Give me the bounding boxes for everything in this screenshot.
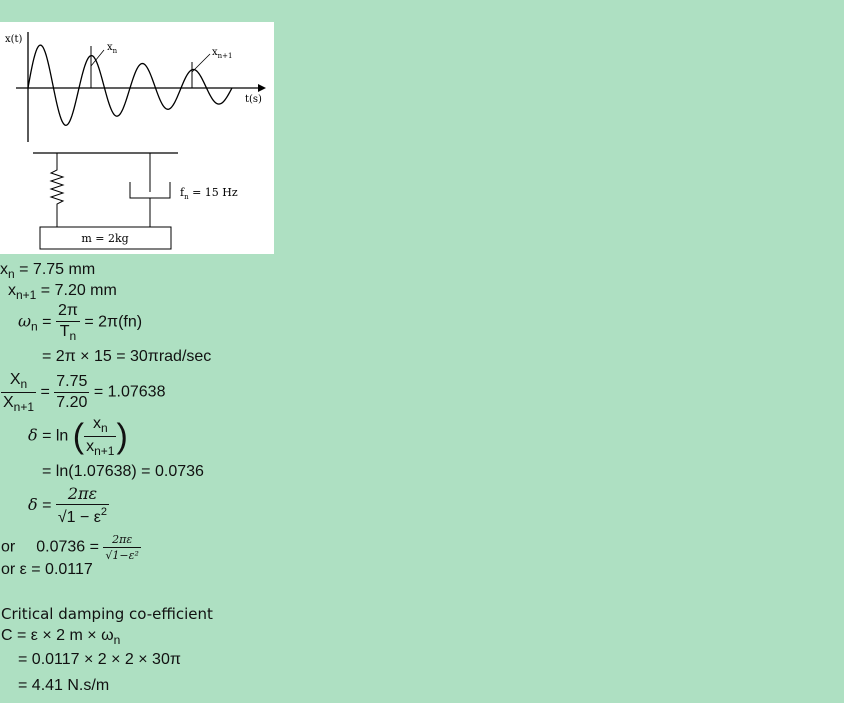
vibration-figure: x(t) t(s) xn xn+1 fn = 15 Hz m = 2kg [0,22,274,254]
xn1-value-line: xn+1 = 7.20 mm [8,282,117,302]
critical-damping-formula: C = ε × 2 m × ωn [1,627,121,647]
small-fraction: 2πε √1−ε² [103,533,141,562]
section-heading: Critical damping co-efficient [1,605,213,623]
amplitude-ratio-fraction: Xn Xn+1 [1,371,37,414]
log-decrement-fraction: xn xn+1 [84,415,117,458]
damping-formula-fraction: 2πε √1 − ε2 [55,484,110,526]
log-decrement-value: = ln(1.07638) = 0.0736 [42,463,204,480]
xn-value-line: xn = 7.75 mm [0,261,96,281]
x-axis-label: t(s) [245,94,262,105]
omega-n-value-line: = 2π × 15 = 30πrad/sec [42,348,212,365]
mass-label: m = 2kg [81,232,128,245]
peak-n1-leader [191,53,211,73]
damping-ratio-result: or ε = 0.0117 [1,561,93,578]
peak-n-label: xn [107,42,118,55]
y-axis-label: x(t) [5,34,23,45]
x-axis-arrow [258,84,266,92]
natural-frequency-label: fn = 15 Hz [180,186,238,201]
left-paren: ( [72,417,85,456]
critical-damping-substitution: = 0.0117 × 2 × 2 × 30π [18,651,181,668]
omega-fraction: 2π Tn [55,302,80,343]
damped-wave [27,44,233,126]
numeric-ratio-fraction: 7.75 7.20 [54,373,90,411]
substitution-line: or 0.0736 = 2πε √1−ε² [1,533,141,562]
right-paren: ) [116,417,128,456]
spring [49,153,65,227]
omega-n-equation: ωn = 2π Tn = 2π(fn) [18,302,143,343]
log-decrement-formula: δ = 2πε √1 − ε2 [28,484,110,526]
amplitude-ratio-equation: Xn Xn+1 = 7.75 7.20 = 1.07638 [1,371,166,414]
damped-oscillation-diagram: x(t) t(s) xn xn+1 fn = 15 Hz m = 2kg [5,32,266,250]
critical-damping-result: = 4.41 N.s/m [18,677,110,694]
log-decrement-definition: δ = ln (xn xn+1) [28,415,128,458]
peak-n1-label: xn+1 [212,47,232,60]
